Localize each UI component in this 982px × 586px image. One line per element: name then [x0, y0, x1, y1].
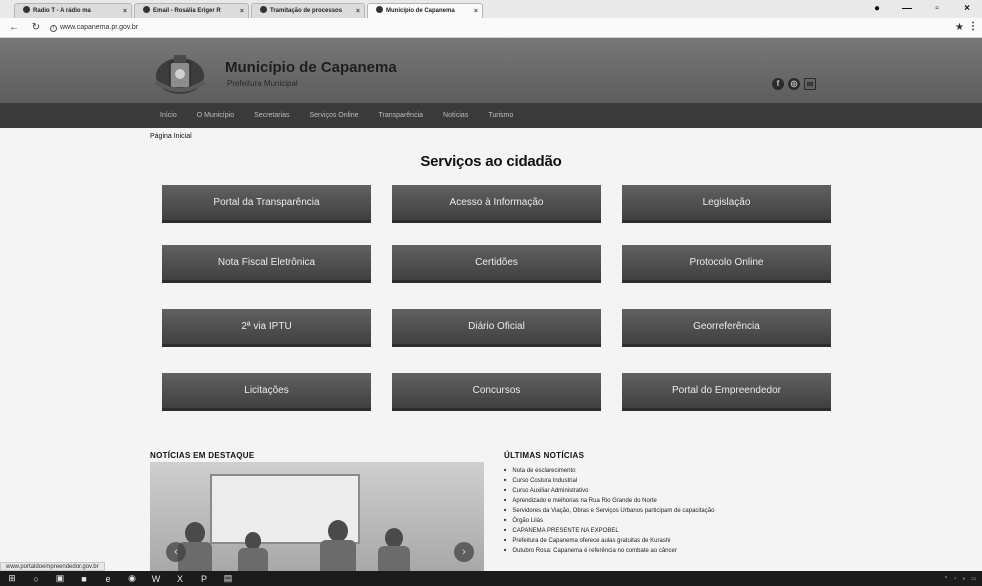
news-item[interactable]: Curso Auxiliar Administrativo — [504, 485, 714, 495]
browser-tab[interactable]: Radio T - A rádio ma × — [14, 3, 132, 18]
nav-item-turismo[interactable]: Turismo — [488, 112, 513, 119]
latest-news-list: Nota de esclarecimento Curso Costura Ind… — [504, 465, 714, 555]
address-bar: ← ↻ i www.capanema.pr.gov.br ★ ⋮ — [0, 18, 982, 38]
photo-person — [185, 522, 205, 544]
service-button[interactable]: Acesso à Informação — [392, 185, 601, 223]
mail-icon[interactable]: ✉ — [804, 78, 816, 90]
news-item[interactable]: Órgão Lilás — [504, 515, 714, 525]
service-button[interactable]: Certidões — [392, 245, 601, 283]
news-item[interactable]: Nota de esclarecimento — [504, 465, 714, 475]
nav-item-secretarias[interactable]: Secretarias — [254, 112, 289, 119]
service-button[interactable]: Portal da Transparência — [162, 185, 371, 223]
carousel-next-icon[interactable]: › — [454, 542, 474, 562]
tray-chevron-icon[interactable]: ^ — [945, 576, 947, 582]
info-icon: i — [50, 24, 57, 32]
tab-favicon-icon — [376, 6, 383, 13]
instagram-icon[interactable]: ◎ — [788, 78, 800, 90]
menu-icon[interactable]: ⋮ — [968, 21, 978, 32]
photo-person — [238, 548, 268, 572]
site-header: Município de Capanema Prefeitura Municip… — [0, 38, 982, 103]
services-title: Serviços ao cidadão — [420, 153, 562, 170]
service-button[interactable]: Diário Oficial — [392, 309, 601, 347]
tab-favicon-icon — [143, 6, 150, 13]
site-nav: Início O Município Secretarias Serviços … — [0, 103, 982, 128]
news-item[interactable]: Prefeitura de Capanema oferece aulas gra… — [504, 535, 714, 545]
bookmark-star-icon[interactable]: ★ — [955, 22, 964, 33]
task-view-icon[interactable]: ▣ — [48, 573, 72, 584]
edge-icon[interactable]: e — [96, 574, 120, 584]
taskbar: ⊞ ○ ▣ ■ e ◉ W X P ▤ ^ ◔ ◖ ▭ — [0, 571, 982, 586]
service-button[interactable]: Portal do Empreendedor — [622, 373, 831, 411]
minimize-icon[interactable]: — — [892, 0, 922, 18]
featured-news-title: NOTÍCIAS EM DESTAQUE — [150, 451, 255, 460]
close-icon[interactable]: × — [952, 0, 982, 18]
close-tab-icon[interactable]: × — [123, 4, 127, 18]
browser-tab-active[interactable]: Município de Capanema × — [367, 3, 483, 18]
breadcrumb[interactable]: Página Inicial — [150, 133, 192, 140]
service-button[interactable]: Nota Fiscal Eletrônica — [162, 245, 371, 283]
maximize-icon[interactable]: ▫ — [922, 0, 952, 18]
search-icon[interactable]: ○ — [24, 574, 48, 584]
volume-icon[interactable]: ◖ — [962, 576, 965, 582]
facebook-icon[interactable]: f — [772, 78, 784, 90]
site-subtitle: Prefeitura Municipal — [227, 79, 298, 88]
browser-tab[interactable]: Tramitação de processos × — [251, 3, 365, 18]
close-tab-icon[interactable]: × — [356, 4, 360, 18]
featured-news-photo[interactable]: ‹ › — [150, 462, 484, 572]
photo-person — [320, 540, 356, 572]
back-icon[interactable]: ← — [6, 22, 22, 33]
news-item[interactable]: CAPANEMA PRESENTE NA EXPOBEL — [504, 525, 714, 535]
chrome-icon[interactable]: ◉ — [120, 573, 144, 584]
notification-icon[interactable]: ▭ — [971, 576, 976, 582]
tab-favicon-icon — [260, 6, 267, 13]
service-button[interactable]: Protocolo Online — [622, 245, 831, 283]
service-button[interactable]: 2ª via IPTU — [162, 309, 371, 347]
photo-person — [328, 520, 348, 542]
powerpoint-icon[interactable]: P — [192, 574, 216, 584]
nav-item-noticias[interactable]: Notícias — [443, 112, 468, 119]
news-item[interactable]: Outubro Rosa: Capanema é referência no c… — [504, 545, 714, 555]
reload-icon[interactable]: ↻ — [28, 22, 44, 33]
news-item[interactable]: Servidores da Viação, Obras e Serviços U… — [504, 505, 714, 515]
photo-person — [385, 528, 403, 548]
excel-icon[interactable]: X — [168, 574, 192, 584]
service-button[interactable]: Georreferência — [622, 309, 831, 347]
nav-item-municipio[interactable]: O Município — [197, 112, 234, 119]
network-icon[interactable]: ◔ — [953, 576, 956, 582]
user-icon[interactable]: ● — [862, 0, 892, 18]
close-tab-icon[interactable]: × — [240, 4, 244, 18]
municipal-crest-logo — [154, 55, 206, 94]
nav-item-transparencia[interactable]: Transparência — [379, 112, 424, 119]
news-item[interactable]: Aprendizado e melhorias na Rua Rio Grand… — [504, 495, 714, 505]
service-button[interactable]: Legislação — [622, 185, 831, 223]
window-controls: ● — ▫ × — [862, 0, 982, 18]
word-icon[interactable]: W — [144, 574, 168, 584]
browser-window: { "browser": { "tabs": [ {"label": "Radi… — [0, 0, 982, 586]
carousel-prev-icon[interactable]: ‹ — [166, 542, 186, 562]
browser-tab-bar: Radio T - A rádio ma × Email - Rosália Er… — [0, 0, 982, 18]
photo-person — [378, 546, 410, 572]
nav-item-servicos[interactable]: Serviços Online — [310, 112, 359, 119]
site-title[interactable]: Município de Capanema — [225, 59, 397, 76]
status-bar-url: www.portaldoempreendedor.gov.br — [0, 562, 105, 571]
system-tray: ^ ◔ ◖ ▭ — [945, 571, 976, 586]
news-item[interactable]: Curso Costura Industrial — [504, 475, 714, 485]
close-tab-icon[interactable]: × — [474, 4, 478, 18]
file-explorer-icon[interactable]: ■ — [72, 574, 96, 584]
tab-favicon-icon — [23, 6, 30, 13]
service-button[interactable]: Concursos — [392, 373, 601, 411]
service-button[interactable]: Licitações — [162, 373, 371, 411]
browser-tab[interactable]: Email - Rosália Eriger R × — [134, 3, 249, 18]
nav-item-inicio[interactable]: Início — [160, 112, 177, 119]
url-field[interactable]: i www.capanema.pr.gov.br — [50, 24, 138, 32]
social-links: f ◎ ✉ — [772, 78, 816, 90]
start-icon[interactable]: ⊞ — [0, 573, 24, 584]
latest-news-title: ÚLTIMAS NOTÍCIAS — [504, 451, 585, 460]
app-icon[interactable]: ▤ — [216, 573, 240, 584]
